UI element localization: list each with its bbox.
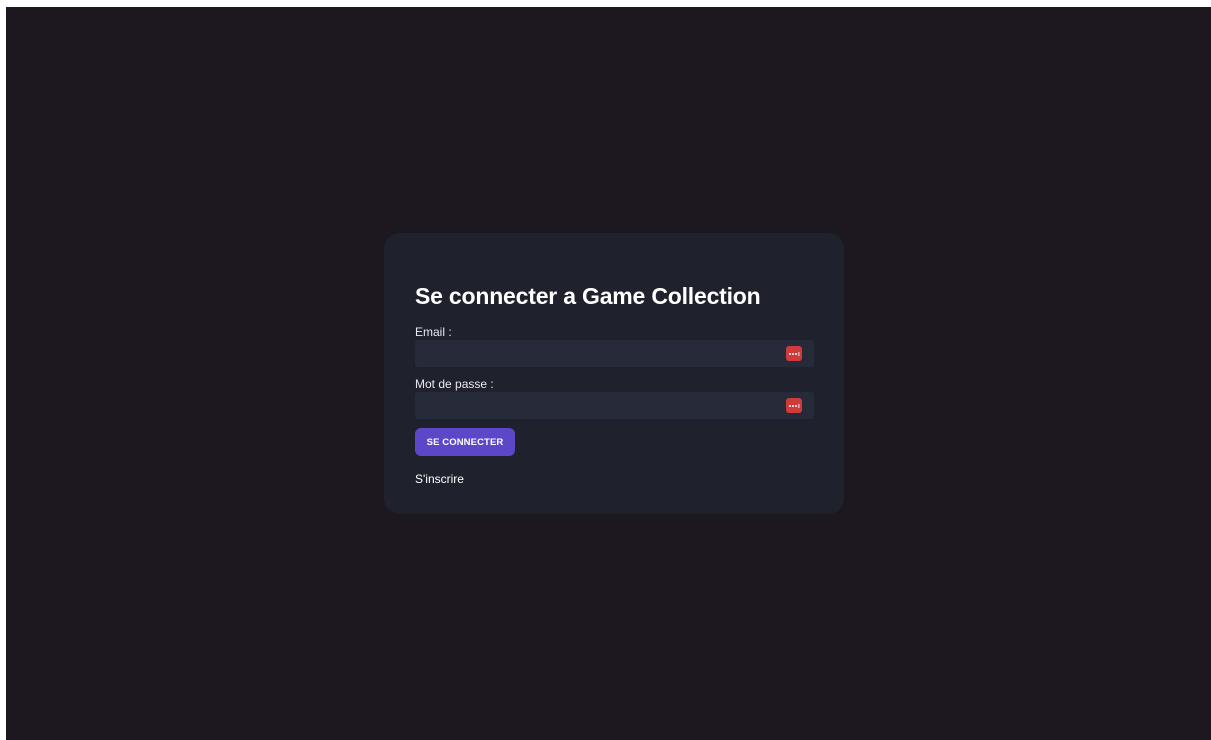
page-background: Se connecter a Game Collection Email : M… bbox=[6, 7, 1211, 740]
email-field-wrapper bbox=[415, 340, 814, 367]
password-manager-icon[interactable] bbox=[786, 346, 802, 361]
email-label: Email : bbox=[415, 325, 452, 339]
login-card: Se connecter a Game Collection Email : M… bbox=[384, 233, 844, 514]
email-field[interactable] bbox=[415, 340, 814, 367]
login-button[interactable]: SE CONNECTER bbox=[415, 428, 515, 456]
password-field-wrapper bbox=[415, 392, 814, 419]
password-field[interactable] bbox=[415, 392, 814, 419]
register-link[interactable]: S'inscrire bbox=[415, 472, 814, 486]
password-label: Mot de passe : bbox=[415, 377, 494, 391]
page-title: Se connecter a Game Collection bbox=[415, 283, 761, 309]
password-manager-icon[interactable] bbox=[786, 398, 802, 413]
